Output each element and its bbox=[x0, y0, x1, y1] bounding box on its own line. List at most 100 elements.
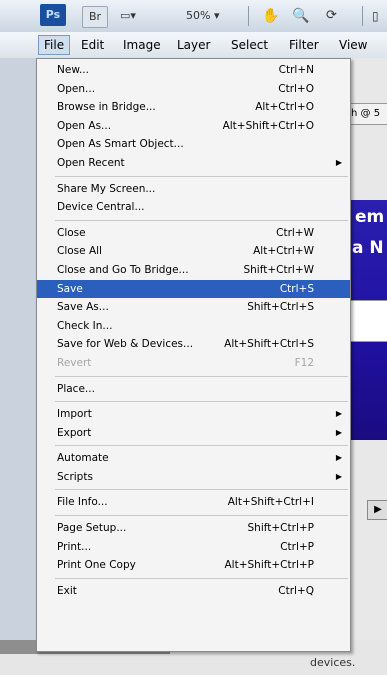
menu-select[interactable]: Select bbox=[226, 36, 273, 54]
menu-item-label: Import bbox=[57, 408, 92, 421]
arrange-documents-icon[interactable]: ▯ bbox=[372, 6, 379, 26]
menu-item-scripts[interactable]: Scripts ▶ bbox=[37, 468, 350, 487]
menu-item-label: Place... bbox=[57, 382, 95, 395]
submenu-arrow-icon: ▶ bbox=[335, 453, 342, 463]
menu-item-label: Open Recent bbox=[57, 156, 125, 169]
menu-item-shortcut: Alt+Shift+Ctrl+I bbox=[227, 496, 314, 509]
document-tab[interactable]: h @ 5 bbox=[350, 103, 387, 125]
application-toolbar: Ps Br ▭▾ 50% ▾ ✋ 🔍 ⟳ ▯ bbox=[0, 0, 387, 33]
menu-item-shortcut: Ctrl+N bbox=[278, 64, 314, 76]
menu-item-label: Page Setup... bbox=[57, 522, 127, 535]
menu-item-save-as[interactable]: Save As... Shift+Ctrl+S bbox=[37, 298, 350, 317]
toolbar-separator bbox=[248, 6, 249, 26]
menu-item-shortcut: Shift+Ctrl+W bbox=[243, 263, 314, 276]
menu-item-shortcut: Shift+Ctrl+S bbox=[247, 301, 314, 314]
menu-item-label: Revert bbox=[57, 356, 92, 369]
document-caption: devices. bbox=[310, 656, 356, 669]
menu-item-shortcut: F12 bbox=[294, 356, 314, 369]
menu-separator bbox=[55, 489, 348, 491]
menu-separator bbox=[55, 219, 348, 221]
menu-item-open-as-smart-object[interactable]: Open As Smart Object... bbox=[37, 135, 350, 154]
menu-item-save[interactable]: Save Ctrl+S bbox=[37, 279, 350, 299]
view-extras-button[interactable]: ▭▾ bbox=[120, 6, 136, 26]
menu-item-label: Close bbox=[57, 226, 86, 239]
menu-filter[interactable]: Filter bbox=[284, 36, 324, 54]
menu-item-label: Save for Web & Devices... bbox=[57, 338, 194, 351]
submenu-arrow-icon: ▶ bbox=[335, 409, 342, 419]
menu-item-device-central[interactable]: Device Central... bbox=[37, 198, 350, 217]
menu-item-label: Print One Copy bbox=[57, 559, 136, 572]
menu-item-shortcut: Ctrl+S bbox=[279, 282, 314, 295]
menu-view[interactable]: View bbox=[334, 36, 372, 54]
menu-separator bbox=[55, 577, 348, 579]
menu-item-shortcut: Ctrl+P bbox=[280, 540, 314, 553]
menu-item-label: Print... bbox=[57, 540, 92, 553]
menu-item-shortcut: Alt+Shift+Ctrl+P bbox=[224, 559, 315, 572]
menu-item-share-my-screen[interactable]: Share My Screen... bbox=[37, 180, 350, 199]
menu-item-label: Browse in Bridge... bbox=[57, 101, 156, 114]
menu-separator bbox=[55, 515, 348, 517]
menu-image[interactable]: Image bbox=[118, 36, 166, 54]
menu-item-print[interactable]: Print... Ctrl+P bbox=[37, 538, 350, 557]
menu-item-open[interactable]: Open... Ctrl+O bbox=[37, 80, 350, 99]
document-banner-text: em bbox=[355, 207, 385, 227]
menu-item-page-setup[interactable]: Page Setup... Shift+Ctrl+P bbox=[37, 519, 350, 538]
submenu-arrow-icon: ▶ bbox=[335, 427, 342, 437]
menu-item-label: Open As Smart Object... bbox=[57, 138, 184, 151]
menu-item-exit[interactable]: Exit Ctrl+Q bbox=[37, 582, 350, 601]
menu-item-open-as[interactable]: Open As... Alt+Shift+Ctrl+O bbox=[37, 117, 350, 136]
menu-item-automate[interactable]: Automate ▶ bbox=[37, 449, 350, 468]
bridge-button[interactable]: Br bbox=[82, 6, 108, 28]
document-band bbox=[350, 300, 387, 342]
zoom-tool-icon[interactable]: 🔍 bbox=[292, 6, 309, 26]
menu-item-shortcut: Ctrl+W bbox=[276, 226, 314, 239]
menu-item-label: Automate bbox=[57, 452, 109, 465]
menu-separator bbox=[55, 375, 348, 377]
toolbar-separator bbox=[362, 6, 363, 26]
menu-item-revert[interactable]: Revert F12 bbox=[37, 354, 350, 373]
menu-file[interactable]: File bbox=[38, 35, 71, 55]
menu-item-shortcut: Alt+Shift+Ctrl+O bbox=[222, 119, 314, 132]
menu-item-label: Export bbox=[57, 426, 92, 439]
photoshop-logo: Ps bbox=[40, 4, 66, 26]
hand-tool-icon[interactable]: ✋ bbox=[262, 6, 279, 26]
file-menu-list: New... Ctrl+N Open... Ctrl+O Browse in Bri… bbox=[37, 61, 350, 600]
menu-item-shortcut: Shift+Ctrl+P bbox=[247, 522, 314, 535]
menu-bar: File Edit Image Layer Select Filter View bbox=[0, 32, 387, 59]
scroll-right-arrow[interactable]: ▶ bbox=[367, 500, 387, 520]
menu-item-close[interactable]: Close Ctrl+W bbox=[37, 224, 350, 243]
menu-item-close-all[interactable]: Close All Alt+Ctrl+W bbox=[37, 242, 350, 261]
menu-item-open-recent[interactable]: Open Recent ▶ bbox=[37, 154, 350, 173]
menu-item-label: Share My Screen... bbox=[57, 182, 156, 195]
menu-item-file-info[interactable]: File Info... Alt+Shift+Ctrl+I bbox=[37, 493, 350, 512]
document-banner-text: a N bbox=[352, 238, 384, 258]
menu-item-label: File Info... bbox=[57, 496, 108, 509]
menu-item-shortcut: Alt+Ctrl+W bbox=[253, 245, 314, 258]
submenu-arrow-icon: ▶ bbox=[335, 471, 342, 481]
rotate-view-icon[interactable]: ⟳ bbox=[326, 6, 337, 26]
file-menu: New... Ctrl+N Open... Ctrl+O Browse in Bri… bbox=[36, 58, 351, 652]
menu-item-place[interactable]: Place... bbox=[37, 380, 350, 399]
menu-item-export[interactable]: Export ▶ bbox=[37, 424, 350, 443]
menu-item-label: Check In... bbox=[57, 319, 113, 332]
menu-edit[interactable]: Edit bbox=[76, 36, 109, 54]
menu-item-new[interactable]: New... Ctrl+N bbox=[37, 61, 350, 80]
menu-item-shortcut: Alt+Ctrl+O bbox=[255, 101, 314, 114]
menu-item-label: Open... bbox=[57, 82, 96, 95]
menu-item-shortcut: Ctrl+Q bbox=[278, 584, 314, 597]
menu-item-import[interactable]: Import ▶ bbox=[37, 405, 350, 424]
menu-layer[interactable]: Layer bbox=[172, 36, 215, 54]
menu-item-label: New... bbox=[57, 64, 89, 76]
menu-item-shortcut: Alt+Shift+Ctrl+S bbox=[224, 338, 314, 351]
workspace-background bbox=[0, 58, 36, 640]
menu-item-save-for-web[interactable]: Save for Web & Devices... Alt+Shift+Ctrl+… bbox=[37, 335, 350, 354]
menu-item-check-in[interactable]: Check In... bbox=[37, 317, 350, 336]
zoom-level-caret: ▾ bbox=[213, 9, 220, 22]
menu-item-close-and-go-to-bridge[interactable]: Close and Go To Bridge... Shift+Ctrl+W bbox=[37, 261, 350, 280]
menu-item-shortcut: Ctrl+O bbox=[278, 82, 314, 95]
zoom-level[interactable]: 50% ▾ bbox=[186, 6, 219, 26]
menu-item-browse-in-bridge[interactable]: Browse in Bridge... Alt+Ctrl+O bbox=[37, 98, 350, 117]
menu-item-print-one-copy[interactable]: Print One Copy Alt+Shift+Ctrl+P bbox=[37, 556, 350, 575]
menu-item-label: Save As... bbox=[57, 301, 109, 314]
menu-item-label: Device Central... bbox=[57, 201, 145, 214]
